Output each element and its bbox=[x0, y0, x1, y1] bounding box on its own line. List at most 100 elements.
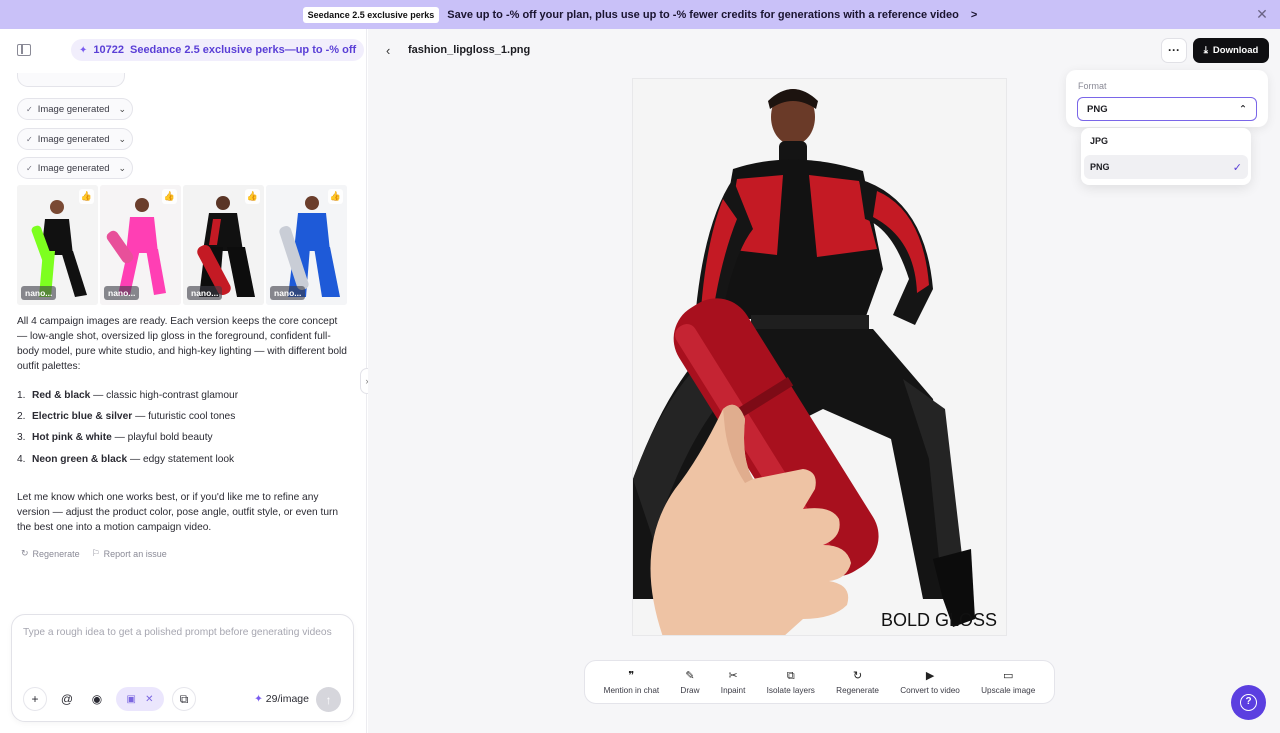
check-icon: ✓ bbox=[26, 134, 33, 144]
format-option-png[interactable]: PNG ✓ bbox=[1084, 155, 1248, 179]
assistant-message-outro: Let me know which one works best, or if … bbox=[17, 492, 339, 533]
generated-chip[interactable]: ✓ Image generated ⌄ bbox=[17, 98, 134, 120]
format-dropdown-menu: JPG PNG ✓ bbox=[1081, 128, 1251, 185]
download-icon: ⤓ bbox=[1203, 45, 1208, 56]
thumbnail-tag: nano... bbox=[270, 286, 306, 300]
prompt-input[interactable] bbox=[23, 627, 343, 638]
generated-chip-label: Image generated bbox=[37, 162, 110, 174]
banner-arrow-icon[interactable]: > bbox=[971, 9, 977, 21]
refresh-icon: ↻ bbox=[852, 669, 863, 682]
layers-icon: ⧉ bbox=[786, 669, 795, 682]
regenerate-button[interactable]: ↻ Regenerate bbox=[21, 548, 80, 559]
format-selected-value: PNG bbox=[1087, 103, 1108, 115]
format-panel: Format PNG ⌃ bbox=[1066, 70, 1268, 127]
chat-panel: ✦ 10722 Seedance 2.5 exclusive perks—up … bbox=[0, 29, 367, 733]
at-icon: @ bbox=[60, 692, 74, 706]
scissors-icon: ✂ bbox=[728, 669, 738, 682]
crop-icon: ⧉ bbox=[179, 691, 189, 706]
overlay-text: BOLD GLOSS bbox=[881, 610, 997, 630]
promo-text: Seedance 2.5 exclusive perks—up to -% of… bbox=[129, 44, 357, 56]
thumbnail-image[interactable]: 👍 nano... bbox=[17, 185, 98, 305]
generated-chip[interactable]: ✓ Image generated ⌄ bbox=[17, 157, 134, 179]
thumbnail-image[interactable]: 👍 nano... bbox=[266, 185, 347, 305]
checkmark-icon: ✓ bbox=[1232, 161, 1242, 174]
banner-badge: Seedance 2.5 exclusive perks bbox=[302, 6, 440, 23]
favorite-icon[interactable]: 👍 bbox=[79, 189, 94, 204]
prompt-box: + @ ◉ ▣ ✕ ⧉ ✦ 29/image ↑ bbox=[11, 614, 354, 722]
credits-promo-pill[interactable]: ✦ 10722 Seedance 2.5 exclusive perks—up … bbox=[71, 39, 365, 61]
favorite-icon[interactable]: 👍 bbox=[328, 189, 343, 204]
refresh-icon: ↻ bbox=[21, 548, 29, 558]
convert-to-video-button[interactable]: ▶ Convert to video bbox=[900, 670, 960, 695]
sidebar-toggle-icon[interactable] bbox=[17, 44, 31, 56]
image-viewer: ‹ fashion_lipgloss_1.png ··· ⤓ Download bbox=[368, 29, 1280, 733]
file-name: fashion_lipgloss_1.png bbox=[408, 44, 531, 56]
style-button[interactable]: ◉ bbox=[85, 687, 109, 711]
hd-icon: ▭ bbox=[1003, 669, 1014, 682]
generated-chip-partial[interactable] bbox=[17, 73, 125, 87]
format-option-jpg[interactable]: JPG bbox=[1084, 129, 1248, 153]
draw-button[interactable]: ✎ Draw bbox=[680, 670, 699, 695]
favorite-icon[interactable]: 👍 bbox=[245, 189, 260, 204]
favorite-icon[interactable]: 👍 bbox=[162, 189, 177, 204]
thumbnail-row: 👍 nano... 👍 nano... 👍 nano... 👍 nano... bbox=[17, 185, 347, 305]
banner-text[interactable]: Save up to -% off your plan, plus use up… bbox=[447, 9, 959, 21]
back-chevron-icon[interactable]: ‹ bbox=[386, 43, 390, 58]
message-actions: ↻ Regenerate ⚐ Report an issue bbox=[21, 548, 167, 559]
plus-icon: + bbox=[31, 692, 39, 706]
question-icon: ? bbox=[1240, 694, 1257, 711]
sparkle-icon: ✦ bbox=[254, 693, 263, 705]
pen-icon: ✎ bbox=[685, 669, 695, 682]
image-preview[interactable]: BOLD GLOSS bbox=[632, 78, 1007, 636]
mention-button[interactable]: @ bbox=[55, 687, 79, 711]
inpaint-button[interactable]: ✂ Inpaint bbox=[721, 670, 746, 695]
sparkle-icon: ✦ bbox=[79, 44, 88, 56]
aspect-ratio-button[interactable]: ⧉ bbox=[172, 687, 196, 711]
send-button[interactable]: ↑ bbox=[316, 687, 341, 712]
regenerate-image-button[interactable]: ↻ Regenerate bbox=[836, 670, 879, 695]
check-icon: ✓ bbox=[26, 104, 33, 114]
promo-banner[interactable]: Seedance 2.5 exclusive perks Save up to … bbox=[0, 0, 1280, 29]
download-button[interactable]: ⤓ Download bbox=[1193, 38, 1269, 63]
thumbnail-image[interactable]: 👍 nano... bbox=[100, 185, 181, 305]
format-label: Format bbox=[1078, 81, 1107, 91]
generated-chip-label: Image generated bbox=[37, 103, 110, 115]
generated-chip[interactable]: ✓ Image generated ⌄ bbox=[17, 128, 134, 150]
flag-icon: ⚐ bbox=[91, 548, 100, 558]
arrow-up-icon: ↑ bbox=[325, 692, 332, 707]
thumbnail-tag: nano... bbox=[187, 286, 223, 300]
thumbnail-tag: nano... bbox=[104, 286, 140, 300]
list-item: 1. Red & black — classic high-contrast gl… bbox=[17, 390, 239, 401]
list-item: 3. Hot pink & white — playful bold beauty bbox=[17, 432, 213, 443]
thumbnail-tag: nano... bbox=[21, 286, 57, 300]
check-icon: ✓ bbox=[26, 163, 33, 173]
record-icon: ◉ bbox=[91, 692, 103, 706]
cost-indicator: ✦ 29/image bbox=[254, 693, 309, 705]
isolate-layers-button[interactable]: ⧉ Isolate layers bbox=[767, 670, 815, 695]
chevron-down-icon: ⌄ bbox=[118, 162, 127, 173]
play-icon: ▶ bbox=[925, 669, 935, 682]
help-button[interactable]: ? bbox=[1231, 685, 1266, 720]
chevron-down-icon: ⌄ bbox=[118, 103, 127, 114]
banner-close-icon[interactable]: ✕ bbox=[1254, 6, 1270, 22]
credit-count: 10722 bbox=[93, 44, 124, 56]
assistant-message-intro: All 4 campaign images are ready. Each ve… bbox=[17, 316, 347, 372]
image-mode-toggle[interactable]: ▣ ✕ bbox=[116, 687, 164, 711]
list-item: 4. Neon green & black — edgy statement lo… bbox=[17, 454, 235, 465]
image-icon: ▣ bbox=[126, 693, 136, 705]
report-issue-button[interactable]: ⚐ Report an issue bbox=[92, 548, 167, 559]
upscale-image-button[interactable]: ▭ Upscale image bbox=[981, 670, 1035, 695]
preview-illustration: BOLD GLOSS bbox=[633, 79, 1006, 635]
more-options-button[interactable]: ··· bbox=[1161, 38, 1187, 63]
list-item: 2. Electric blue & silver — futuristic co… bbox=[17, 411, 236, 422]
chevron-up-icon: ⌃ bbox=[1239, 103, 1247, 115]
image-toolbar: ❞ Mention in chat ✎ Draw ✂ Inpaint ⧉ Iso… bbox=[584, 660, 1055, 704]
mention-in-chat-button[interactable]: ❞ Mention in chat bbox=[604, 670, 660, 695]
quote-icon: ❞ bbox=[628, 669, 635, 682]
generated-chip-label: Image generated bbox=[37, 133, 110, 145]
format-select[interactable]: PNG ⌃ bbox=[1077, 97, 1257, 121]
add-attachment-button[interactable]: + bbox=[23, 687, 47, 711]
chevron-down-icon: ⌄ bbox=[118, 133, 127, 144]
remove-mode-icon[interactable]: ✕ bbox=[145, 694, 153, 705]
thumbnail-image[interactable]: 👍 nano... bbox=[183, 185, 264, 305]
